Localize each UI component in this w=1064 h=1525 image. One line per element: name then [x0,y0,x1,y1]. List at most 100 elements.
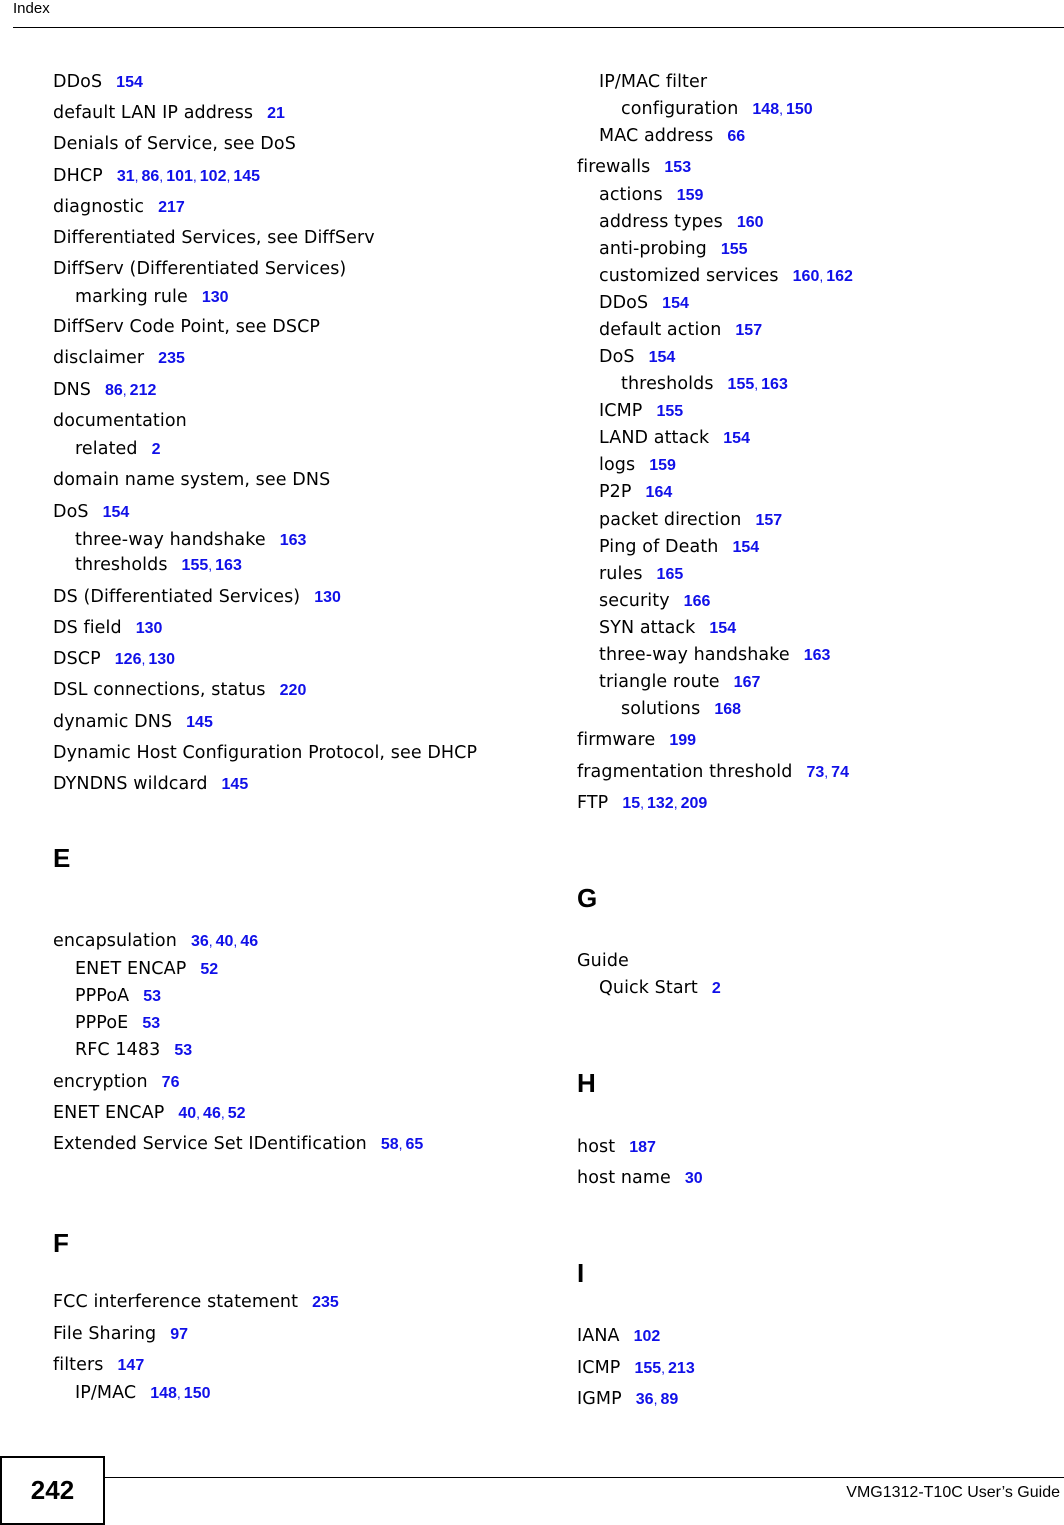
page-references: 2 [712,980,721,997]
index-subentry: address types 160 [599,212,764,233]
page-link[interactable]: 86 [105,382,123,399]
page-link[interactable]: 21 [267,105,285,122]
page-link[interactable]: 145 [222,776,249,793]
page-link[interactable]: 163 [215,557,242,574]
page-link[interactable]: 165 [657,566,684,583]
page-link[interactable]: 101 [166,168,193,185]
page-link[interactable]: 130 [136,620,163,637]
page-link[interactable]: 89 [660,1391,678,1408]
index-term: documentation [53,411,187,431]
index-subentry: ENET ENCAP 52 [75,959,218,980]
page-link[interactable]: 36 [636,1391,654,1408]
page-link[interactable]: 166 [684,593,711,610]
page-link[interactable]: 154 [103,504,130,521]
page-link[interactable]: 199 [669,732,696,749]
page-link[interactable]: 102 [634,1328,661,1345]
page-references: 58, 65 [381,1136,423,1153]
page-link[interactable]: 132 [647,795,674,812]
page-number: 242 [30,1475,75,1505]
page-link[interactable]: 40 [216,933,234,950]
page-link[interactable]: 153 [664,159,691,176]
page-link[interactable]: 46 [203,1105,221,1122]
page-link[interactable]: 235 [312,1294,339,1311]
page-link[interactable]: 157 [735,322,762,339]
page-references: 86, 212 [105,382,156,399]
page-link[interactable]: 159 [649,457,676,474]
page-link[interactable]: 66 [727,128,745,145]
index-term: FTP [577,793,609,813]
page-link[interactable]: 74 [831,764,849,781]
page-link[interactable]: 220 [280,682,307,699]
page-link[interactable]: 15 [622,795,640,812]
page-link[interactable]: 163 [280,532,307,549]
page-link[interactable]: 53 [174,1042,192,1059]
page-link[interactable]: 130 [314,589,341,606]
page-link[interactable]: 150 [786,101,813,118]
page-link[interactable]: 164 [646,484,673,501]
page-link[interactable]: 160 [737,214,764,231]
page-link[interactable]: 53 [142,1015,160,1032]
page-link[interactable]: 97 [170,1326,188,1343]
page-references: 220 [280,682,307,699]
page-link[interactable]: 126 [115,651,142,668]
page-link[interactable]: 154 [709,620,736,637]
page-link[interactable]: 163 [761,376,788,393]
page-link[interactable]: 86 [142,168,160,185]
page-link[interactable]: 147 [118,1357,145,1374]
page-link[interactable]: 162 [826,268,853,285]
page-link[interactable]: 2 [712,980,721,997]
page-link[interactable]: 154 [649,349,676,366]
page-link[interactable]: 58 [381,1136,399,1153]
page-link[interactable]: 212 [130,382,157,399]
page-link[interactable]: 155 [728,376,755,393]
page-link[interactable]: 65 [406,1136,424,1153]
page-link[interactable]: 187 [629,1139,656,1156]
index-term: ICMP [577,1358,621,1378]
page-link[interactable]: 2 [152,441,161,458]
page-separator: , [196,1105,201,1121]
page-link[interactable]: 154 [723,430,750,447]
index-entry: DS (Differentiated Services) 130 [53,587,341,608]
page-link[interactable]: 52 [200,961,218,978]
page-link[interactable]: 168 [714,701,741,718]
page-link[interactable]: 155 [634,1360,661,1377]
page-link[interactable]: 150 [184,1385,211,1402]
page-link[interactable]: 73 [806,764,824,781]
page-link[interactable]: 76 [162,1074,180,1091]
page-link[interactable]: 31 [117,168,135,185]
page-link[interactable]: 155 [182,557,209,574]
page-link[interactable]: 40 [178,1105,196,1122]
page-link[interactable]: 52 [228,1105,246,1122]
page-link[interactable]: 155 [721,241,748,258]
page-link[interactable]: 209 [681,795,708,812]
page-link[interactable]: 53 [143,988,161,1005]
page-link[interactable]: 30 [685,1170,703,1187]
page-link[interactable]: 167 [734,674,761,691]
page-link[interactable]: 213 [668,1360,695,1377]
page-separator: , [141,651,146,667]
page-link[interactable]: 159 [677,187,704,204]
page-link[interactable]: 36 [191,933,209,950]
page-link[interactable]: 145 [233,168,260,185]
page-link[interactable]: 217 [158,199,185,216]
page-link[interactable]: 154 [732,539,759,556]
index-term: Extended Service Set IDentification [53,1134,367,1154]
page-link[interactable]: 102 [200,168,227,185]
page-link[interactable]: 148 [150,1385,177,1402]
page-link[interactable]: 155 [656,403,683,420]
page-link[interactable]: 145 [186,714,213,731]
page-link[interactable]: 154 [662,295,689,312]
page-link[interactable]: 160 [793,268,820,285]
index-term: DSCP [53,649,101,669]
index-term: host [577,1137,616,1157]
index-term: solutions [621,699,701,719]
page-link[interactable]: 157 [755,512,782,529]
page-link[interactable]: 235 [158,350,185,367]
page-link[interactable]: 163 [804,647,831,664]
page-link[interactable]: 148 [752,101,779,118]
page-link[interactable]: 46 [240,933,258,950]
page-separator: , [122,382,127,398]
page-link[interactable]: 130 [202,289,229,306]
page-link[interactable]: 154 [116,74,143,91]
page-link[interactable]: 130 [148,651,175,668]
